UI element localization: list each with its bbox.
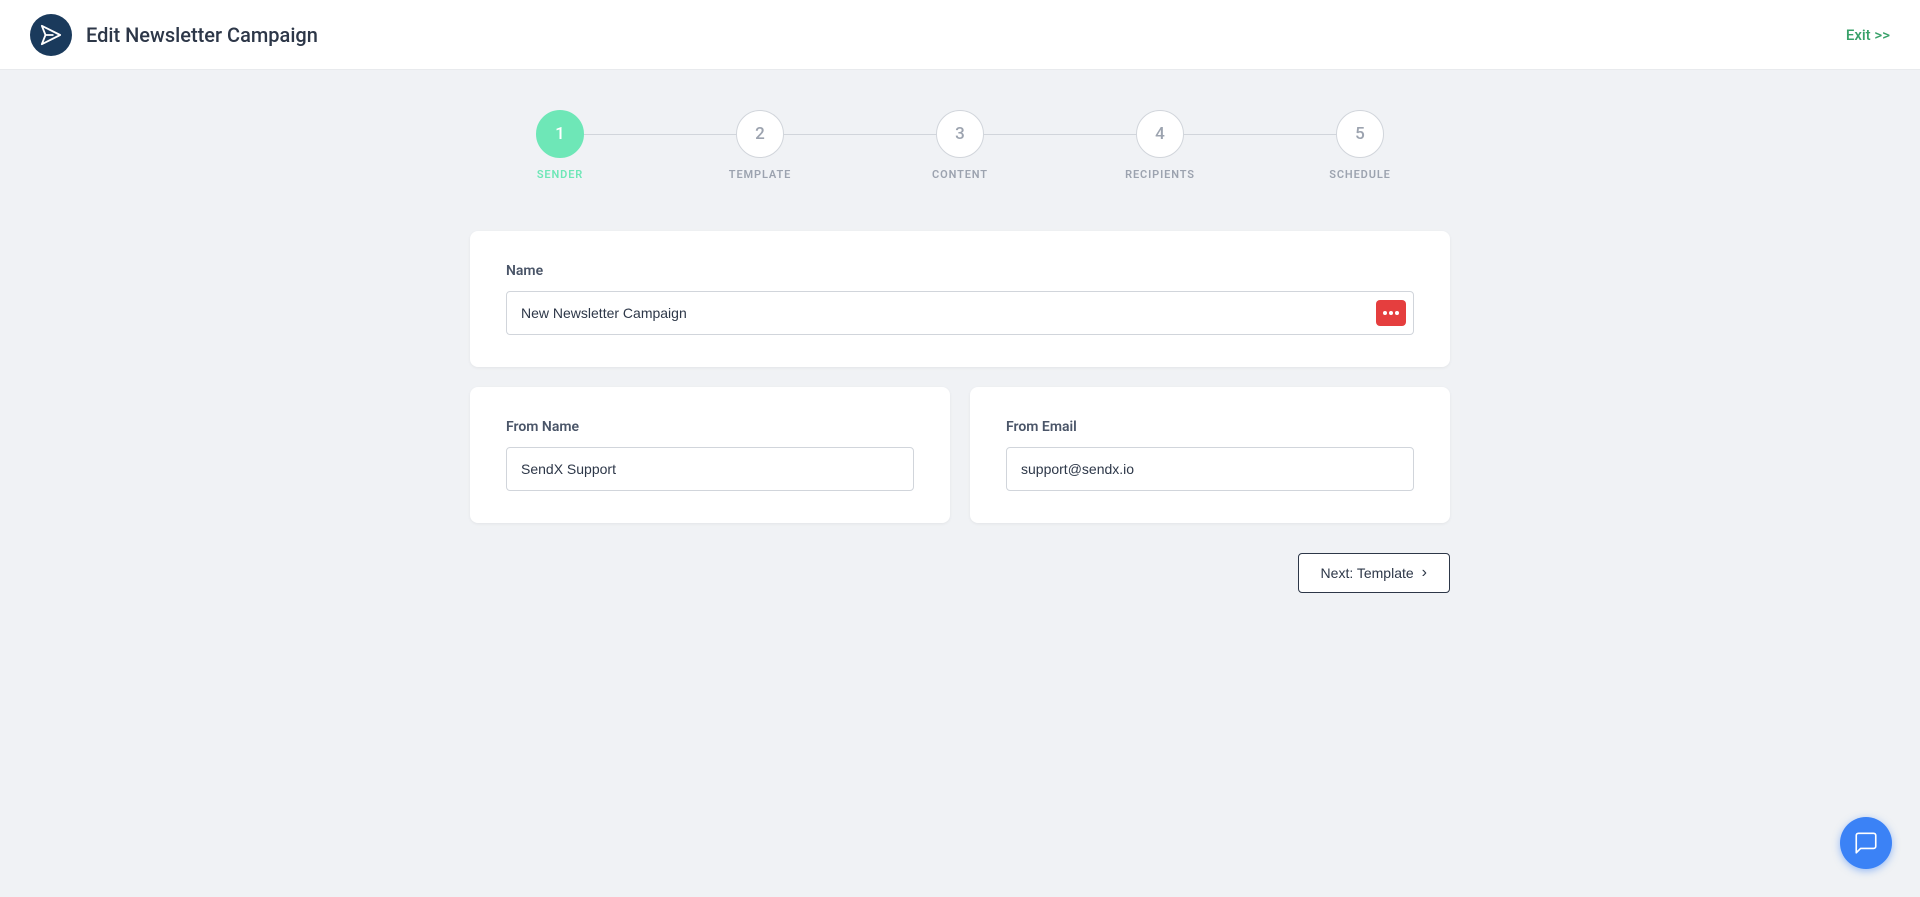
from-email-input[interactable] [1006, 447, 1414, 491]
name-input-wrapper [506, 291, 1414, 335]
step-label-template: TEMPLATE [729, 168, 791, 181]
step-label-schedule: SCHEDULE [1329, 168, 1390, 181]
from-email-label: From Email [1006, 419, 1414, 435]
step-label-sender: SENDER [537, 168, 583, 181]
step-circle-5: 5 [1336, 110, 1384, 158]
header-left: Edit Newsletter Campaign [30, 14, 318, 56]
logo-icon [30, 14, 72, 56]
chat-icon [1853, 830, 1879, 856]
main-content: 1 SENDER 2 TEMPLATE 3 CONTENT 4 RECIPIEN… [0, 70, 1920, 633]
from-email-card: From Email [970, 387, 1450, 523]
next-arrow-icon: › [1422, 564, 1427, 582]
name-label: Name [506, 263, 1414, 279]
next-template-button[interactable]: Next: Template › [1298, 553, 1450, 593]
step-circle-3: 3 [936, 110, 984, 158]
from-name-card: From Name [470, 387, 950, 523]
step-sender[interactable]: 1 SENDER [460, 110, 660, 181]
exit-link[interactable]: Exit >> [1846, 26, 1890, 44]
step-template[interactable]: 2 TEMPLATE [660, 110, 860, 181]
name-card: Name [470, 231, 1450, 367]
step-label-recipients: RECIPIENTS [1125, 168, 1195, 181]
name-input[interactable] [506, 291, 1414, 335]
from-name-input[interactable] [506, 447, 914, 491]
stepper: 1 SENDER 2 TEMPLATE 3 CONTENT 4 RECIPIEN… [360, 110, 1560, 181]
dot-2 [1389, 311, 1393, 315]
step-schedule[interactable]: 5 SCHEDULE [1260, 110, 1460, 181]
step-label-content: CONTENT [932, 168, 988, 181]
next-btn-label: Next: Template [1321, 565, 1414, 581]
form-container: Name From Name From Email [470, 231, 1450, 593]
from-row: From Name From Email [470, 387, 1450, 523]
next-btn-row: Next: Template › [470, 553, 1450, 593]
dot-3 [1395, 311, 1399, 315]
from-name-input-wrapper [506, 447, 914, 491]
from-email-input-wrapper [1006, 447, 1414, 491]
step-circle-2: 2 [736, 110, 784, 158]
chat-button[interactable] [1840, 817, 1892, 869]
paper-plane-icon [40, 24, 62, 46]
step-circle-4: 4 [1136, 110, 1184, 158]
dots-button[interactable] [1376, 300, 1406, 326]
dot-1 [1383, 311, 1387, 315]
header: Edit Newsletter Campaign Exit >> [0, 0, 1920, 70]
page-title: Edit Newsletter Campaign [86, 23, 318, 47]
from-name-label: From Name [506, 419, 914, 435]
step-recipients[interactable]: 4 RECIPIENTS [1060, 110, 1260, 181]
step-circle-1: 1 [536, 110, 584, 158]
step-content[interactable]: 3 CONTENT [860, 110, 1060, 181]
